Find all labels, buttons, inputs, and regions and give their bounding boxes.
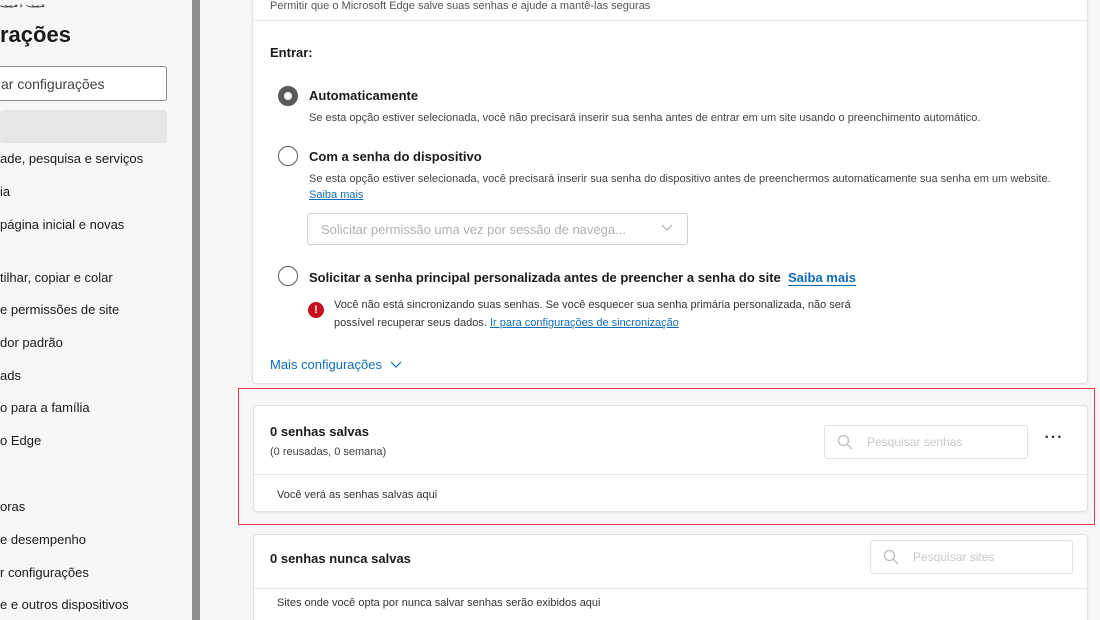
more-options-button[interactable]: ··· bbox=[1042, 430, 1066, 454]
error-icon: ! bbox=[308, 302, 324, 318]
sidebar-item-downloads[interactable]: ads bbox=[0, 368, 21, 383]
radio-custom-primary-password[interactable] bbox=[278, 266, 298, 286]
settings-search-placeholder: ar configurações bbox=[1, 75, 105, 92]
saved-passwords-title: 0 senhas salvas bbox=[270, 424, 370, 439]
option-device-password-title: Com a senha do dispositivo bbox=[309, 149, 482, 164]
sidebar-item-family[interactable]: o para a família bbox=[0, 400, 90, 415]
sidebar-item-privacy[interactable]: ade, pesquisa e serviços bbox=[0, 151, 143, 166]
sidebar-item-system-performance[interactable]: e desempenho bbox=[0, 532, 86, 547]
radio-automatic[interactable] bbox=[278, 86, 298, 106]
sync-settings-link[interactable]: Ir para configurações de sincronização bbox=[490, 317, 679, 329]
option-automatic-title: Automaticamente bbox=[309, 88, 419, 103]
radio-device-password[interactable] bbox=[278, 146, 298, 166]
search-passwords-input[interactable]: Pesquisar senhas bbox=[824, 425, 1028, 459]
sidebar-divider bbox=[192, 0, 200, 620]
sync-warning: Você não está sincronizando suas senhas.… bbox=[334, 296, 894, 332]
select-value: Solicitar permissão uma vez por sessão d… bbox=[321, 221, 626, 237]
search-sites-input[interactable]: Pesquisar sites bbox=[870, 540, 1073, 574]
saved-passwords-empty-text: Você verá as senhas salvas aqui bbox=[277, 489, 438, 501]
never-saved-title: 0 senhas nunca salvas bbox=[270, 551, 411, 566]
option-device-password-desc: Se esta opção estiver selecionada, você … bbox=[309, 171, 1079, 203]
sidebar-clipped-text: ‿͜ ̥ ̧ ‿͜ ̧ bbox=[0, 0, 44, 8]
search-icon bbox=[883, 549, 899, 565]
sidebar-item-share-copy-paste[interactable]: tilhar, copiar e colar bbox=[0, 270, 113, 285]
chevron-down-icon bbox=[661, 224, 673, 231]
save-passwords-description: Permitir que o Microsoft Edge salve suas… bbox=[270, 0, 651, 12]
option-custom-password-title: Solicitar a senha principal personalizad… bbox=[309, 270, 856, 286]
sidebar-item-edge-bar[interactable]: o Edge bbox=[0, 433, 41, 448]
card-separator bbox=[254, 474, 1087, 475]
saved-passwords-subtitle: (0 reusadas, 0 semana) bbox=[270, 446, 387, 458]
sign-in-section-label: Entrar: bbox=[270, 45, 313, 60]
sidebar-title: rações bbox=[0, 22, 71, 47]
sidebar-item-site-permissions[interactable]: e permissões de site bbox=[0, 302, 119, 317]
sidebar-item-selected[interactable] bbox=[0, 110, 167, 143]
sidebar-item-reset-settings[interactable]: r configurações bbox=[0, 565, 89, 580]
learn-more-link[interactable]: Saiba mais bbox=[309, 189, 363, 201]
more-settings-label: Mais configurações bbox=[270, 357, 382, 372]
option-automatic-desc: Se esta opção estiver selecionada, você … bbox=[309, 112, 981, 124]
search-icon bbox=[837, 434, 853, 450]
sidebar-item-appearance[interactable]: ia bbox=[0, 184, 10, 199]
sidebar-item-printers[interactable]: oras bbox=[0, 499, 25, 514]
search-sites-placeholder: Pesquisar sites bbox=[913, 550, 995, 564]
learn-more-link-2[interactable]: Saiba mais bbox=[788, 270, 856, 286]
settings-search-input[interactable]: ar configurações bbox=[0, 66, 167, 101]
more-settings-button[interactable]: Mais configurações bbox=[270, 357, 402, 372]
sidebar-item-phone-devices[interactable]: e e outros dispositivos bbox=[0, 597, 129, 612]
device-password-frequency-select[interactable]: Solicitar permissão uma vez por sessão d… bbox=[307, 213, 688, 245]
card-separator bbox=[253, 20, 1087, 21]
option-device-password-desc-text: Se esta opção estiver selecionada, você … bbox=[309, 173, 1051, 185]
card-separator bbox=[254, 588, 1087, 589]
sidebar-item-default-browser[interactable]: dor padrão bbox=[0, 335, 63, 350]
search-passwords-placeholder: Pesquisar senhas bbox=[867, 435, 963, 449]
settings-sidebar: ‿͜ ̥ ̧ ‿͜ ̧ rações ar configurações ade,… bbox=[0, 0, 192, 620]
chevron-down-icon bbox=[390, 361, 402, 368]
option-custom-password-title-text: Solicitar a senha principal personalizad… bbox=[309, 270, 781, 285]
sidebar-item-start-page[interactable]: página inicial e novas bbox=[0, 217, 124, 232]
never-saved-empty-text: Sites onde você opta por nunca salvar se… bbox=[277, 597, 601, 609]
